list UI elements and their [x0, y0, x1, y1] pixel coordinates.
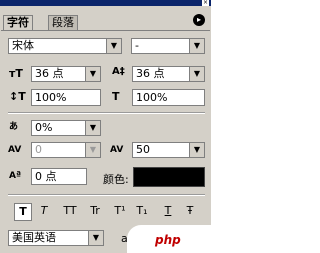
- tab-divider: [1, 30, 210, 31]
- leading-icon: A‡: [112, 66, 125, 77]
- font-size-icon: ᴛT: [9, 67, 23, 80]
- faux-bold-button[interactable]: T: [14, 203, 32, 221]
- superscript-button[interactable]: T¹: [112, 203, 128, 219]
- small-caps-button[interactable]: Tr: [87, 203, 103, 219]
- vertical-scale-field[interactable]: 100%: [31, 89, 101, 106]
- tab-paragraph[interactable]: 段落: [48, 15, 78, 30]
- tab-character[interactable]: 字符: [3, 15, 33, 30]
- kerning-select[interactable]: 0 ▼: [31, 142, 101, 158]
- language-value: 美国英语: [12, 231, 56, 244]
- panel-menu-button[interactable]: ▸: [193, 14, 205, 26]
- chevron-down-icon: ▼: [85, 67, 100, 81]
- tracking-icon: AV: [110, 145, 124, 155]
- separator: [8, 194, 205, 196]
- leading-select[interactable]: 36 点 ▼: [132, 66, 205, 82]
- chevron-down-icon: ▼: [85, 121, 100, 135]
- font-family-value: 宋体: [12, 39, 34, 52]
- php-logo-text: php: [155, 233, 181, 247]
- font-size-value: 36 点: [35, 67, 64, 80]
- kerning-value: 0: [35, 143, 42, 156]
- horizontal-scale-field[interactable]: 100%: [132, 89, 205, 106]
- tracking-select[interactable]: 50 ▼: [132, 142, 205, 158]
- character-panel: × 字符 段落 ▸ 宋体 ▼ - ▼ ᴛT 36 点 ▼ A‡ 36 点 ▼ ↕…: [0, 0, 211, 253]
- color-label: 颜色:: [103, 173, 129, 186]
- subscript-button[interactable]: T₁: [134, 203, 150, 219]
- chevron-down-icon: ▼: [189, 39, 204, 53]
- underline-button[interactable]: T: [160, 203, 176, 219]
- vertical-scale-icon: ↕T: [9, 90, 26, 103]
- font-style-value: -: [135, 39, 139, 52]
- php-logo: php: [127, 225, 211, 253]
- baseline-shift-field[interactable]: 0 点: [31, 168, 87, 185]
- chevron-down-icon: ▼: [85, 143, 100, 157]
- all-caps-button[interactable]: TT: [62, 203, 78, 219]
- chevron-down-icon: ▼: [189, 67, 204, 81]
- panel-titlebar: ×: [0, 0, 211, 6]
- tsume-select[interactable]: 0% ▼: [31, 120, 101, 136]
- separator: [8, 112, 205, 114]
- tsume-value: 0%: [35, 121, 53, 134]
- kerning-icon: AV: [8, 145, 22, 155]
- baseline-shift-icon: Aª: [9, 171, 22, 181]
- language-select[interactable]: 美国英语 ▼: [8, 230, 104, 246]
- horizontal-scale-icon: T: [112, 90, 120, 103]
- close-icon[interactable]: ×: [202, 0, 209, 6]
- color-swatch[interactable]: [133, 167, 205, 187]
- leading-value: 36 点: [136, 67, 165, 80]
- strikethrough-button[interactable]: Ŧ: [182, 203, 198, 219]
- font-size-select[interactable]: 36 点 ▼: [31, 66, 101, 82]
- tsume-icon: あ: [9, 122, 19, 132]
- tracking-value: 50: [136, 143, 150, 156]
- chevron-down-icon: ▼: [189, 143, 204, 157]
- chevron-down-icon: ▼: [106, 39, 121, 53]
- font-family-select[interactable]: 宋体 ▼: [8, 38, 122, 54]
- chevron-down-icon: ▼: [88, 231, 103, 245]
- font-style-select[interactable]: - ▼: [131, 38, 205, 54]
- faux-italic-button[interactable]: T: [36, 203, 52, 219]
